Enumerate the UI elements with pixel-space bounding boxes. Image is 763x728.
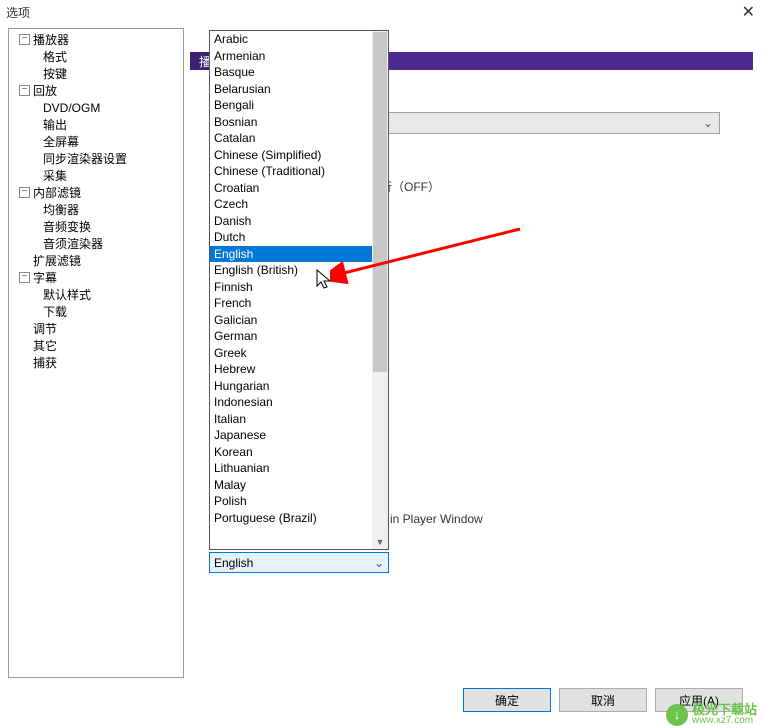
language-option[interactable]: Chinese (Traditional) <box>210 163 388 180</box>
tree-label: 回放 <box>33 82 57 99</box>
language-option[interactable]: German <box>210 328 388 345</box>
tree-node-playback[interactable]: −回放 DVD/OGM 输出 全屏幕 同步渲染器设置 采集 <box>9 82 183 184</box>
language-option[interactable]: Galician <box>210 312 388 329</box>
collapse-icon[interactable]: − <box>19 34 30 45</box>
tree-label: 捕获 <box>33 354 57 371</box>
tree-label: 内部滤镜 <box>33 184 81 201</box>
language-option[interactable]: Italian <box>210 411 388 428</box>
close-icon[interactable]: ✕ <box>742 2 755 22</box>
language-option[interactable]: French <box>210 295 388 312</box>
language-option[interactable]: Belarusian <box>210 81 388 98</box>
language-option[interactable]: Bosnian <box>210 114 388 131</box>
scroll-down-icon[interactable]: ▼ <box>372 534 388 549</box>
language-option[interactable]: Danish <box>210 213 388 230</box>
tree-item[interactable]: 下载 <box>43 303 183 320</box>
setting-text-window: n in Player Window <box>380 512 483 526</box>
language-option[interactable]: Armenian <box>210 48 388 65</box>
language-dropdown-list[interactable]: ArabicArmenianBasqueBelarusianBengaliBos… <box>209 30 389 550</box>
chevron-down-icon: ⌄ <box>703 116 713 130</box>
language-option[interactable]: Arabic <box>210 31 388 48</box>
language-option[interactable]: English (British) <box>210 262 388 279</box>
language-combobox-value: English <box>214 556 253 570</box>
language-option[interactable]: Finnish <box>210 279 388 296</box>
tree-item[interactable]: 采集 <box>43 167 183 184</box>
collapse-icon[interactable]: − <box>19 85 30 96</box>
window-title: 选项 <box>6 4 30 21</box>
cancel-button[interactable]: 取消 <box>559 688 647 712</box>
tree-label: 字幕 <box>33 269 57 286</box>
scrollbar-thumb[interactable] <box>373 32 387 372</box>
language-option[interactable]: Czech <box>210 196 388 213</box>
language-option[interactable]: Bengali <box>210 97 388 114</box>
tree-node-capture[interactable]: 捕获 <box>9 354 183 371</box>
tree-item[interactable]: DVD/OGM <box>43 99 183 116</box>
chevron-down-icon: ⌄ <box>374 556 384 570</box>
watermark-url: www.xz7.com <box>692 716 757 726</box>
tree-item[interactable]: 按键 <box>43 65 183 82</box>
tree-item[interactable]: 均衡器 <box>43 201 183 218</box>
language-option[interactable]: Catalan <box>210 130 388 147</box>
tree-label: 其它 <box>33 337 57 354</box>
tree-item[interactable]: 音频变换 <box>43 218 183 235</box>
collapse-icon[interactable]: − <box>19 187 30 198</box>
tree-label: 扩展滤镜 <box>33 252 81 269</box>
watermark: ↓ 极光下载站 www.xz7.com <box>666 703 757 726</box>
main-area: −播放器 格式 按键 −回放 DVD/OGM 输出 全屏幕 同步渲染器设置 采集… <box>0 24 763 728</box>
collapse-icon[interactable]: − <box>19 272 30 283</box>
titlebar: 选项 ✕ <box>0 0 763 24</box>
language-option[interactable]: Korean <box>210 444 388 461</box>
language-option[interactable]: Chinese (Simplified) <box>210 147 388 164</box>
language-option[interactable]: Japanese <box>210 427 388 444</box>
language-option[interactable]: Indonesian <box>210 394 388 411</box>
language-list-inner: ArabicArmenianBasqueBelarusianBengaliBos… <box>210 31 388 549</box>
language-option[interactable]: English <box>210 246 388 263</box>
tree-item[interactable]: 输出 <box>43 116 183 133</box>
tree-item[interactable]: 全屏幕 <box>43 133 183 150</box>
tree-node-filters[interactable]: −内部滤镜 均衡器 音频变换 音须渲染器 <box>9 184 183 252</box>
tree-root: −播放器 格式 按键 −回放 DVD/OGM 输出 全屏幕 同步渲染器设置 采集… <box>9 29 183 373</box>
language-option[interactable]: Basque <box>210 64 388 81</box>
tree-node-extfilters[interactable]: 扩展滤镜 <box>9 252 183 269</box>
tree-item[interactable]: 默认样式 <box>43 286 183 303</box>
tree-label: 调节 <box>33 320 57 337</box>
language-option[interactable]: Lithuanian <box>210 460 388 477</box>
tree-item[interactable]: 同步渲染器设置 <box>43 150 183 167</box>
tree-item[interactable]: 音须渲染器 <box>43 235 183 252</box>
language-option[interactable]: Malay <box>210 477 388 494</box>
tree-node-misc[interactable]: 其它 <box>9 337 183 354</box>
language-combobox[interactable]: English ⌄ <box>209 552 389 573</box>
language-option[interactable]: Polish <box>210 493 388 510</box>
setting-text-off: 行（OFF） <box>380 178 440 195</box>
ok-button[interactable]: 确定 <box>463 688 551 712</box>
watermark-logo-icon: ↓ <box>666 704 688 726</box>
language-option[interactable]: Dutch <box>210 229 388 246</box>
tree-node-subtitle[interactable]: −字幕 默认样式 下载 <box>9 269 183 320</box>
tree-node-tweaks[interactable]: 调节 <box>9 320 183 337</box>
language-option[interactable]: Portuguese (Brazil) <box>210 510 388 527</box>
language-option[interactable]: Hungarian <box>210 378 388 395</box>
scrollbar[interactable]: ▼ <box>372 31 388 549</box>
setting-combobox[interactable]: ⌄ <box>380 112 720 134</box>
tree-item[interactable]: 格式 <box>43 48 183 65</box>
tree-node-player[interactable]: −播放器 格式 按键 <box>9 31 183 82</box>
language-option[interactable]: Croatian <box>210 180 388 197</box>
tree-label: 播放器 <box>33 31 69 48</box>
language-option[interactable]: Greek <box>210 345 388 362</box>
options-tree: −播放器 格式 按键 −回放 DVD/OGM 输出 全屏幕 同步渲染器设置 采集… <box>8 28 184 678</box>
language-option[interactable]: Hebrew <box>210 361 388 378</box>
